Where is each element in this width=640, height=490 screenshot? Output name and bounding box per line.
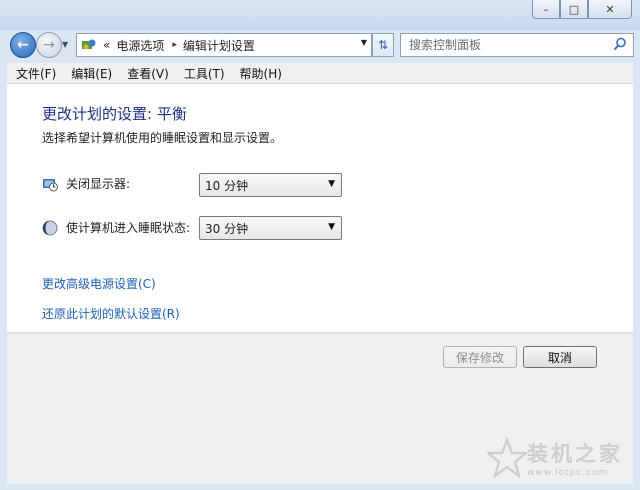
menu-file[interactable]: 文件(F): [7, 65, 62, 82]
breadcrumb-overflow[interactable]: «: [103, 38, 110, 52]
star-icon: [487, 438, 527, 478]
restore-defaults-link[interactable]: 还原此计划的默认设置(R): [42, 305, 180, 322]
control-panel-icon: [81, 38, 97, 52]
advanced-power-settings-link[interactable]: 更改高级电源设置(C): [42, 275, 156, 292]
refresh-button[interactable]: ⇅: [372, 33, 394, 57]
minimize-icon: –: [543, 2, 549, 16]
arrow-left-icon: ←: [17, 37, 29, 53]
search-box[interactable]: [400, 33, 634, 57]
button-bar: 保存修改 取消 装机之家 www.lotpc.com: [7, 333, 633, 484]
sleep-setting: 使计算机进入睡眠状态:: [42, 219, 190, 236]
maximize-icon: □: [568, 2, 580, 16]
window-controls: – □ ✕: [532, 0, 632, 19]
close-button[interactable]: ✕: [588, 0, 632, 19]
window-frame-left: [0, 62, 7, 490]
recent-pages-button[interactable]: ▼: [62, 40, 68, 49]
display-off-select[interactable]: 10 分钟 ▼: [199, 173, 342, 197]
address-bar[interactable]: « 电源选项 ▸ 编辑计划设置 ▼: [76, 33, 372, 57]
cancel-button[interactable]: 取消: [523, 346, 597, 368]
breadcrumb-power-options[interactable]: 电源选项: [116, 37, 164, 54]
watermark-logo: 装机之家 www.lotpc.com: [487, 438, 623, 478]
sleep-select[interactable]: 30 分钟 ▼: [199, 216, 342, 240]
arrow-right-icon: →: [43, 37, 55, 53]
page-title: 更改计划的设置: 平衡: [42, 105, 187, 123]
chevron-down-icon: ▼: [328, 222, 335, 232]
control-panel-window: – □ ✕ ← → ▼ « 电源选项 ▸ 编辑计划设置 ▼ ⇅ 搜索控制面板 文…: [0, 0, 640, 490]
display-off-value: 10 分钟: [205, 178, 249, 193]
menu-tools[interactable]: 工具(T): [175, 65, 231, 82]
menu-bar: 文件(F) 编辑(E) 查看(V) 工具(T) 帮助(H): [7, 63, 633, 84]
menu-edit[interactable]: 编辑(E): [62, 65, 118, 82]
menu-view[interactable]: 查看(V): [118, 65, 175, 82]
display-off-label: 关闭显示器:: [66, 177, 131, 191]
chevron-down-icon: ▼: [62, 40, 69, 49]
menu-help[interactable]: 帮助(H): [231, 65, 288, 82]
minimize-button[interactable]: –: [532, 0, 560, 19]
chevron-down-icon: ▼: [328, 179, 335, 189]
title-bar: – □ ✕: [0, 0, 640, 30]
monitor-clock-icon: [43, 178, 58, 191]
close-icon: ✕: [605, 2, 615, 16]
save-changes-button[interactable]: 保存修改: [443, 346, 517, 368]
navigation-bar: ← → ▼ « 电源选项 ▸ 编辑计划设置 ▼ ⇅: [0, 30, 640, 62]
page-subtitle: 选择希望计算机使用的睡眠设置和显示设置。: [42, 131, 283, 145]
main-content: 更改计划的设置: 平衡 选择希望计算机使用的睡眠设置和显示设置。 关闭显示器: …: [7, 84, 633, 332]
sleep-label: 使计算机进入睡眠状态:: [66, 221, 191, 235]
search-icon[interactable]: [613, 37, 627, 51]
back-button[interactable]: ←: [10, 32, 36, 58]
watermark-url: www.lotpc.com: [527, 468, 609, 478]
refresh-icon: ⇅: [377, 38, 389, 52]
sleep-value: 30 分钟: [205, 221, 249, 236]
address-dropdown-icon[interactable]: ▼: [361, 38, 367, 47]
watermark-text: 装机之家: [527, 442, 623, 466]
maximize-button[interactable]: □: [560, 0, 588, 19]
breadcrumb-edit-plan[interactable]: 编辑计划设置: [183, 37, 255, 54]
display-off-setting: 关闭显示器:: [42, 175, 130, 192]
breadcrumb-separator-icon[interactable]: ▸: [172, 40, 177, 50]
window-frame-right: [633, 62, 640, 490]
forward-button[interactable]: →: [36, 32, 62, 58]
moon-icon: [42, 220, 58, 235]
search-input[interactable]: [407, 37, 611, 53]
